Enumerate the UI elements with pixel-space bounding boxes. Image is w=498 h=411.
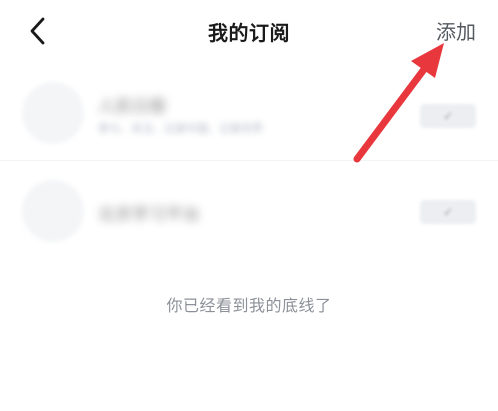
add-button[interactable]: 添加 bbox=[436, 16, 476, 45]
subscription-item[interactable]: 北京学习平台 ✓ bbox=[0, 178, 498, 244]
top-nav-bar: 我的订阅 添加 bbox=[0, 0, 498, 62]
subscribed-button[interactable]: ✓ bbox=[420, 200, 476, 224]
subscription-item[interactable]: 人民日报 参与、关注、记录中国、记录世界 ✓ bbox=[0, 80, 498, 158]
divider bbox=[0, 160, 498, 161]
subscription-description: 参与、关注、记录中国、记录世界 bbox=[98, 122, 263, 135]
avatar bbox=[22, 82, 84, 144]
page-title: 我的订阅 bbox=[208, 21, 290, 45]
avatar bbox=[22, 180, 84, 242]
subscription-name: 人民日报 bbox=[98, 97, 166, 117]
subscription-name: 北京学习平台 bbox=[98, 205, 200, 225]
subscribed-button[interactable]: ✓ bbox=[420, 104, 476, 128]
end-of-list-text: 你已经看到我的底线了 bbox=[166, 296, 332, 315]
